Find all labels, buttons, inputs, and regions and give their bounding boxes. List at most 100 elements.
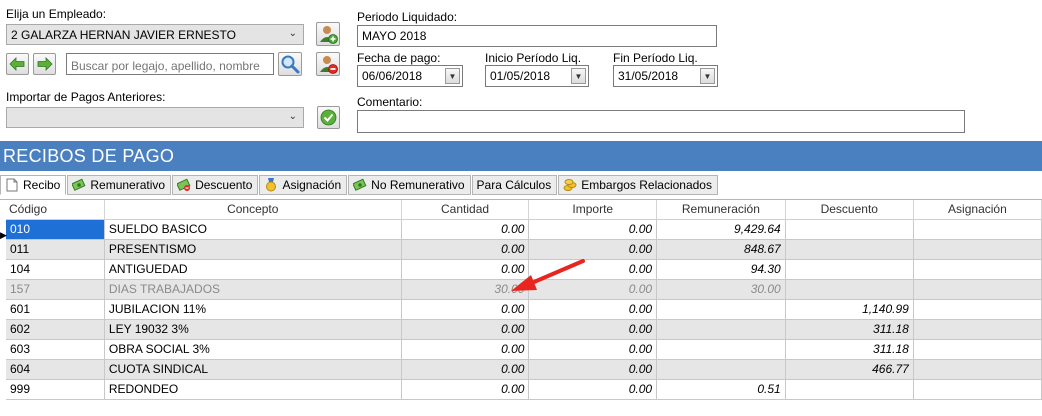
column-header-importe[interactable]: Importe [528, 200, 658, 220]
check-icon [320, 109, 337, 126]
cell-asignacion[interactable] [913, 379, 1042, 400]
search-input[interactable] [66, 53, 274, 75]
table-row[interactable]: 601 JUBILACION 11% 0.00 0.00 1,140.99 [6, 299, 1042, 320]
cell-remuneracion[interactable]: 30.00 [656, 279, 786, 300]
tab-embargos[interactable]: Embargos Relacionados [558, 175, 718, 195]
table-row[interactable]: 604 CUOTA SINDICAL 0.00 0.00 466.77 [6, 359, 1042, 380]
table-row[interactable]: 602 LEY 19032 3% 0.00 0.00 311.18 [6, 319, 1042, 340]
search-button[interactable] [278, 52, 302, 76]
cell-remuneracion[interactable] [656, 299, 786, 320]
cell-asignacion[interactable] [913, 239, 1042, 260]
cell-codigo[interactable]: 999 [6, 379, 105, 400]
tab-descuento[interactable]: Descuento [172, 175, 259, 195]
cell-importe[interactable]: 0.00 [528, 339, 658, 360]
cell-asignacion[interactable] [913, 359, 1042, 380]
cell-importe[interactable]: 0.00 [528, 219, 658, 240]
cell-descuento[interactable] [785, 239, 914, 260]
cell-remuneracion[interactable]: 94.30 [656, 259, 786, 280]
column-header-cantidad[interactable]: Cantidad [401, 200, 530, 220]
cell-asignacion[interactable] [913, 279, 1042, 300]
cell-remuneracion[interactable] [656, 339, 786, 360]
prev-employee-button[interactable] [6, 53, 29, 75]
cell-asignacion[interactable] [913, 299, 1042, 320]
cell-asignacion[interactable] [913, 339, 1042, 360]
table-row[interactable]: 603 OBRA SOCIAL 3% 0.00 0.00 311.18 [6, 339, 1042, 360]
cell-concepto[interactable]: LEY 19032 3% [104, 319, 402, 340]
tab-recibo[interactable]: Recibo [0, 175, 67, 195]
cell-descuento[interactable]: 466.77 [785, 359, 914, 380]
cell-importe[interactable]: 0.00 [528, 299, 658, 320]
cell-cantidad[interactable]: 0.00 [401, 339, 530, 360]
cell-cantidad[interactable]: 0.00 [401, 359, 530, 380]
cell-codigo[interactable]: 602 [6, 319, 105, 340]
cell-codigo[interactable]: 604 [6, 359, 105, 380]
cell-importe[interactable]: 0.00 [528, 359, 658, 380]
calendar-dropdown-icon[interactable]: ▼ [445, 68, 460, 84]
cell-concepto[interactable]: CUOTA SINDICAL [104, 359, 402, 380]
cell-codigo[interactable]: 603 [6, 339, 105, 360]
inicio-value: 01/05/2018 [490, 69, 551, 83]
column-header-asignacion[interactable]: Asignación [913, 200, 1042, 220]
tab-asignacion[interactable]: Asignación [259, 175, 348, 195]
cell-codigo[interactable]: 104 [6, 259, 105, 280]
cell-remuneracion[interactable]: 0.51 [656, 379, 786, 400]
cell-asignacion[interactable] [913, 259, 1042, 280]
empleado-select[interactable]: 2 GALARZA HERNAN JAVIER ERNESTO ⌄ [6, 24, 304, 45]
tab-para-calculos[interactable]: Para Cálculos [471, 175, 558, 195]
cell-asignacion[interactable] [913, 219, 1042, 240]
cell-concepto[interactable]: ANTIGUEDAD [104, 259, 402, 280]
cell-cantidad[interactable]: 0.00 [401, 379, 530, 400]
cell-concepto[interactable]: DIAS TRABAJADOS [104, 279, 402, 300]
cell-importe[interactable]: 0.00 [528, 319, 658, 340]
add-employee-button[interactable] [316, 22, 340, 46]
grid-header-row: Código Concepto Cantidad Importe Remuner… [6, 200, 1042, 220]
cell-codigo[interactable]: 157 [6, 279, 105, 300]
calendar-dropdown-icon[interactable]: ▼ [700, 68, 715, 84]
cell-concepto[interactable]: PRESENTISMO [104, 239, 402, 260]
cell-descuento[interactable] [785, 379, 914, 400]
cell-cantidad[interactable]: 0.00 [401, 299, 530, 320]
column-header-concepto[interactable]: Concepto [104, 200, 402, 220]
cell-cantidad[interactable]: 0.00 [401, 219, 530, 240]
cell-descuento[interactable]: 311.18 [785, 339, 914, 360]
cell-concepto[interactable]: OBRA SOCIAL 3% [104, 339, 402, 360]
arrow-left-icon [9, 57, 25, 71]
column-header-codigo[interactable]: Código [6, 200, 105, 220]
periodo-input[interactable]: MAYO 2018 [357, 25, 717, 47]
cell-remuneracion[interactable]: 9,429.64 [656, 219, 786, 240]
calendar-dropdown-icon[interactable]: ▼ [571, 68, 586, 84]
cell-descuento[interactable] [785, 259, 914, 280]
next-employee-button[interactable] [33, 53, 56, 75]
cell-codigo[interactable]: 010 [6, 219, 105, 240]
cell-descuento[interactable] [785, 279, 914, 300]
tab-label: Embargos Relacionados [581, 178, 712, 192]
cell-descuento[interactable] [785, 219, 914, 240]
table-row[interactable]: 010 SUELDO BASICO 0.00 0.00 9,429.64 [6, 219, 1042, 240]
column-header-descuento[interactable]: Descuento [785, 200, 914, 220]
cell-descuento[interactable]: 1,140.99 [785, 299, 914, 320]
fin-picker[interactable]: 31/05/2018 ▼ [613, 65, 718, 87]
comentario-input[interactable] [357, 110, 965, 133]
cell-cantidad[interactable]: 0.00 [401, 319, 530, 340]
cell-importe[interactable]: 0.00 [528, 379, 658, 400]
cell-remuneracion[interactable] [656, 359, 786, 380]
cell-asignacion[interactable] [913, 319, 1042, 340]
importar-confirm-button[interactable] [317, 106, 340, 129]
cell-descuento[interactable]: 311.18 [785, 319, 914, 340]
cell-remuneracion[interactable] [656, 319, 786, 340]
cell-concepto[interactable]: JUBILACION 11% [104, 299, 402, 320]
fecha-pago-picker[interactable]: 06/06/2018 ▼ [357, 65, 463, 87]
cell-concepto[interactable]: SUELDO BASICO [104, 219, 402, 240]
column-header-remuneracion[interactable]: Remuneración [656, 200, 786, 220]
importar-select[interactable]: ⌄ [6, 107, 304, 128]
cell-remuneracion[interactable]: 848.67 [656, 239, 786, 260]
inicio-picker[interactable]: 01/05/2018 ▼ [485, 65, 589, 87]
cell-codigo[interactable]: 601 [6, 299, 105, 320]
tab-no-remunerativo[interactable]: No Remunerativo [348, 175, 471, 195]
table-row[interactable]: 999 REDONDEO 0.00 0.00 0.51 [6, 379, 1042, 400]
tab-remunerativo[interactable]: Remunerativo [67, 175, 172, 195]
money-icon [353, 178, 367, 191]
cell-concepto[interactable]: REDONDEO [104, 379, 402, 400]
remove-employee-button[interactable] [316, 52, 340, 76]
cell-codigo[interactable]: 011 [6, 239, 105, 260]
